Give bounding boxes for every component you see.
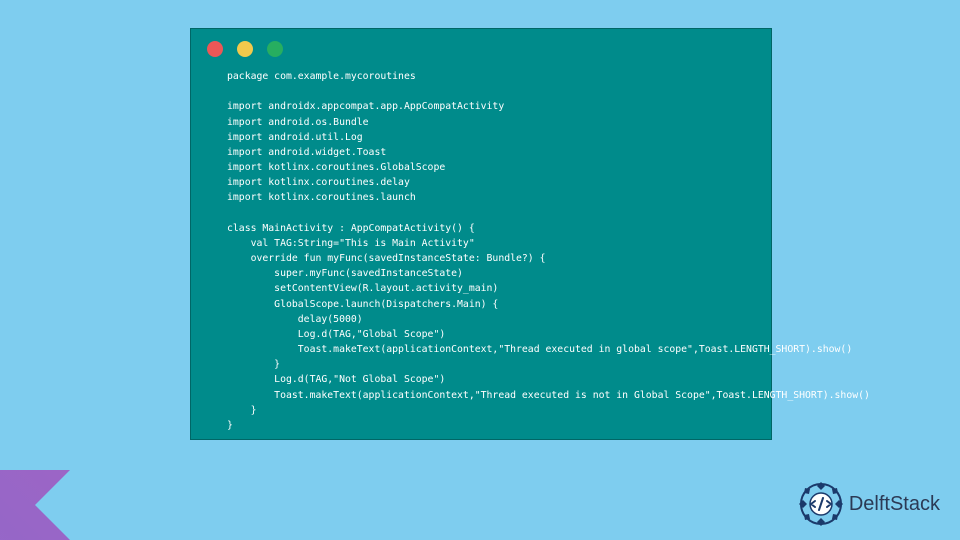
minimize-icon: [237, 41, 253, 57]
close-icon: [207, 41, 223, 57]
kotlin-logo-icon: [0, 470, 70, 540]
code-window: package com.example.mycoroutines import …: [190, 28, 772, 440]
code-content: package com.example.mycoroutines import …: [191, 63, 771, 443]
delftstack-logo-icon: [797, 480, 845, 528]
delftstack-label: DelftStack: [849, 493, 940, 516]
maximize-icon: [267, 41, 283, 57]
delftstack-badge: DelftStack: [797, 480, 940, 528]
traffic-lights: [191, 29, 771, 63]
